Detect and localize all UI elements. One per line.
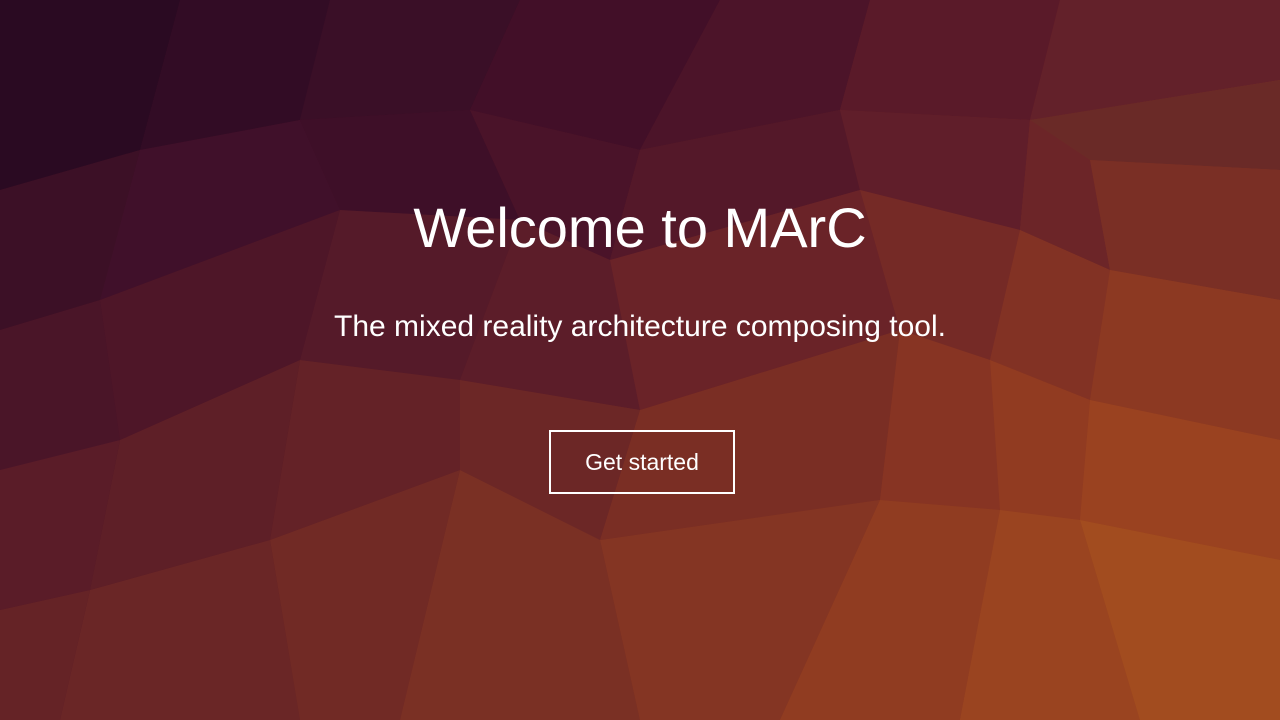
page-subtitle: The mixed reality architecture composing… xyxy=(334,310,946,343)
page-title: Welcome to MArC xyxy=(413,196,867,259)
hero-content: Welcome to MArC The mixed reality archit… xyxy=(0,0,1280,720)
get-started-button[interactable]: Get started xyxy=(549,430,735,494)
hero-section: Welcome to MArC The mixed reality archit… xyxy=(0,0,1280,720)
